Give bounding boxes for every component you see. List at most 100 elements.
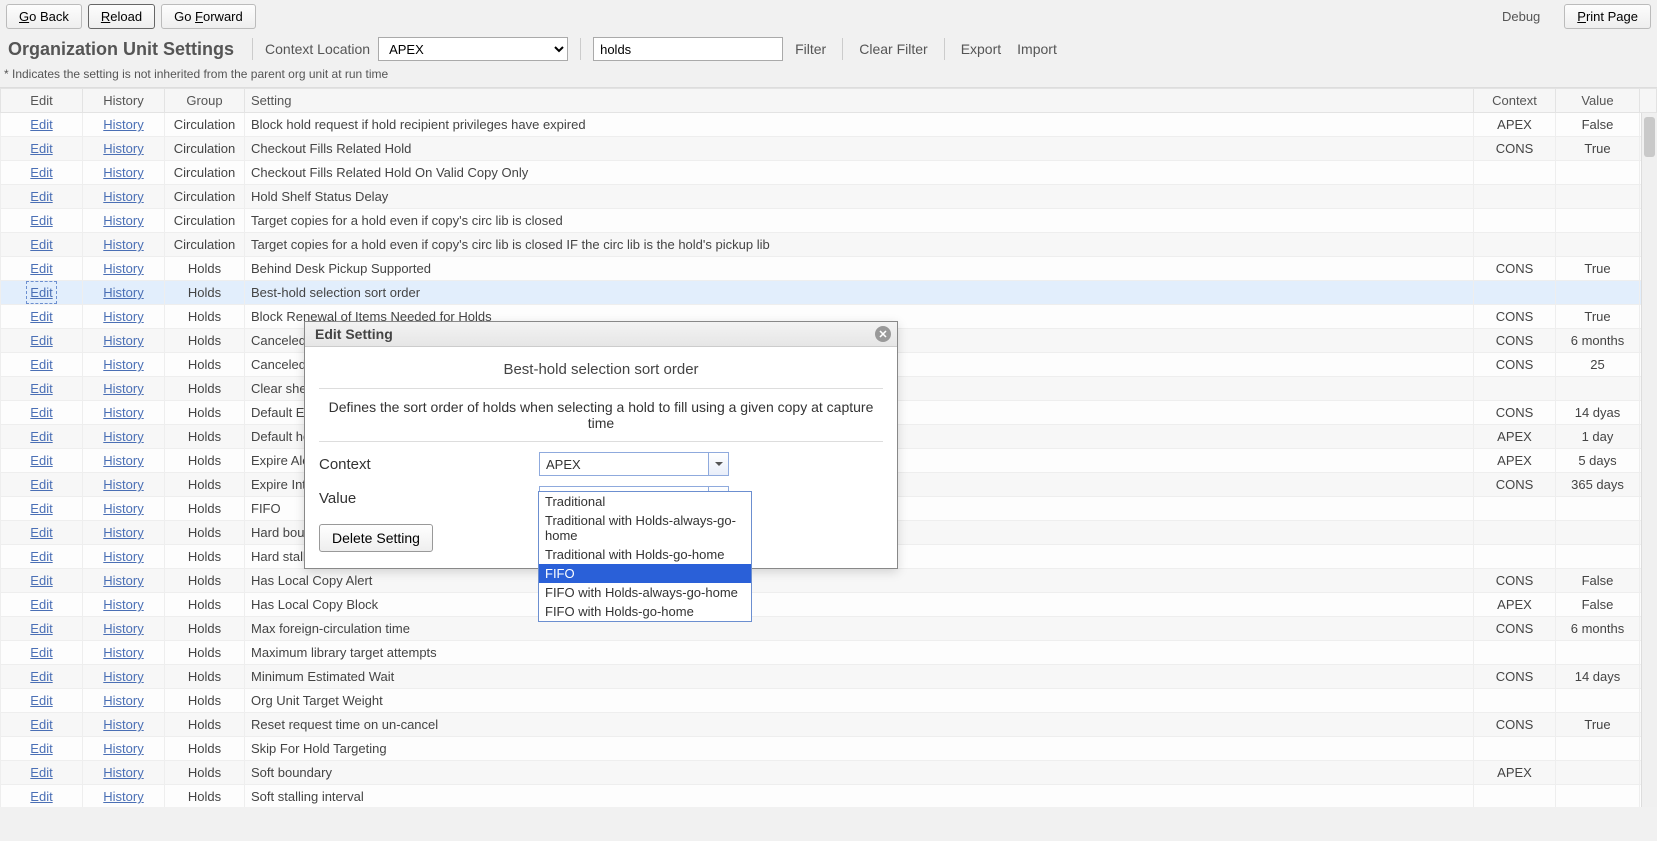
filter-action[interactable]: Filter [791, 41, 830, 57]
edit-link[interactable]: Edit [30, 309, 52, 324]
history-link[interactable]: History [103, 357, 143, 372]
export-action[interactable]: Export [957, 41, 1005, 57]
dialog-context-select[interactable]: APEX [539, 452, 729, 476]
edit-link[interactable]: Edit [30, 237, 52, 252]
col-group-header[interactable]: Group [165, 89, 245, 113]
table-row[interactable]: EditHistoryHoldsBest-hold selection sort… [1, 281, 1657, 305]
dialog-title-bar[interactable]: Edit Setting ✕ [305, 322, 897, 347]
dropdown-option[interactable]: FIFO with Holds-go-home [539, 602, 751, 621]
delete-setting-button[interactable]: Delete Setting [319, 524, 433, 552]
edit-link[interactable]: Edit [30, 261, 52, 276]
history-link[interactable]: History [103, 453, 143, 468]
history-link[interactable]: History [103, 141, 143, 156]
history-link[interactable]: History [103, 309, 143, 324]
history-link[interactable]: History [103, 381, 143, 396]
history-link[interactable]: History [103, 693, 143, 708]
edit-link[interactable]: Edit [30, 165, 52, 180]
search-input[interactable] [593, 37, 783, 61]
edit-link[interactable]: Edit [30, 501, 52, 516]
history-link[interactable]: History [103, 765, 143, 780]
scrollbar-thumb[interactable] [1644, 117, 1655, 157]
go-back-button[interactable]: Go Back [6, 4, 82, 29]
history-link[interactable]: History [103, 789, 143, 804]
edit-link[interactable]: Edit [30, 717, 52, 732]
import-action[interactable]: Import [1013, 41, 1061, 57]
table-row[interactable]: EditHistoryCirculationCheckout Fills Rel… [1, 161, 1657, 185]
history-link[interactable]: History [103, 621, 143, 636]
table-row[interactable]: EditHistoryCirculationBlock hold request… [1, 113, 1657, 137]
edit-link[interactable]: Edit [30, 453, 52, 468]
table-row[interactable]: EditHistoryCirculationTarget copies for … [1, 209, 1657, 233]
history-link[interactable]: History [103, 549, 143, 564]
history-link[interactable]: History [103, 165, 143, 180]
edit-link[interactable]: Edit [30, 597, 52, 612]
history-link[interactable]: History [103, 501, 143, 516]
table-row[interactable]: EditHistoryHoldsMaximum library target a… [1, 641, 1657, 665]
edit-link[interactable]: Edit [30, 357, 52, 372]
print-page-button[interactable]: Print Page [1564, 4, 1651, 29]
table-row[interactable]: EditHistoryHoldsBehind Desk Pickup Suppo… [1, 257, 1657, 281]
edit-link[interactable]: Edit [30, 333, 52, 348]
table-row[interactable]: EditHistoryHoldsSkip For Hold Targeting [1, 737, 1657, 761]
table-row[interactable]: EditHistoryHoldsSoft boundaryAPEX [1, 761, 1657, 785]
edit-link[interactable]: Edit [30, 669, 52, 684]
history-link[interactable]: History [103, 117, 143, 132]
dropdown-option[interactable]: FIFO [539, 564, 751, 583]
close-icon[interactable]: ✕ [875, 326, 891, 342]
history-link[interactable]: History [103, 525, 143, 540]
table-row[interactable]: EditHistoryHoldsSoft stalling interval [1, 785, 1657, 808]
col-history-header[interactable]: History [83, 89, 165, 113]
history-link[interactable]: History [103, 285, 143, 300]
history-link[interactable]: History [103, 717, 143, 732]
table-row[interactable]: EditHistoryHoldsReset request time on un… [1, 713, 1657, 737]
edit-link[interactable]: Edit [30, 285, 52, 300]
history-link[interactable]: History [103, 333, 143, 348]
table-row[interactable]: EditHistoryHoldsHas Local Copy AlertCONS… [1, 569, 1657, 593]
dropdown-option[interactable]: Traditional with Holds-go-home [539, 545, 751, 564]
history-link[interactable]: History [103, 189, 143, 204]
table-row[interactable]: EditHistoryCirculationTarget copies for … [1, 233, 1657, 257]
table-row[interactable]: EditHistoryHoldsHas Local Copy BlockAPEX… [1, 593, 1657, 617]
edit-link[interactable]: Edit [30, 429, 52, 444]
dropdown-option[interactable]: Traditional with Holds-always-go-home [539, 511, 751, 545]
edit-link[interactable]: Edit [30, 645, 52, 660]
history-link[interactable]: History [103, 213, 143, 228]
dropdown-option[interactable]: Traditional [539, 492, 751, 511]
chevron-down-icon[interactable] [708, 453, 728, 475]
history-link[interactable]: History [103, 237, 143, 252]
history-link[interactable]: History [103, 741, 143, 756]
history-link[interactable]: History [103, 669, 143, 684]
history-link[interactable]: History [103, 429, 143, 444]
table-row[interactable]: EditHistoryHoldsMinimum Estimated WaitCO… [1, 665, 1657, 689]
table-row[interactable]: EditHistoryCirculationHold Shelf Status … [1, 185, 1657, 209]
col-value-header[interactable]: Value [1556, 89, 1640, 113]
edit-link[interactable]: Edit [30, 621, 52, 636]
edit-link[interactable]: Edit [30, 117, 52, 132]
scrollbar[interactable] [1641, 113, 1657, 807]
col-context-header[interactable]: Context [1474, 89, 1556, 113]
edit-link[interactable]: Edit [30, 189, 52, 204]
go-forward-button[interactable]: Go Forward [161, 4, 256, 29]
edit-link[interactable]: Edit [30, 789, 52, 804]
reload-button[interactable]: Reload [88, 4, 155, 29]
edit-link[interactable]: Edit [30, 477, 52, 492]
edit-link[interactable]: Edit [30, 549, 52, 564]
edit-link[interactable]: Edit [30, 693, 52, 708]
history-link[interactable]: History [103, 645, 143, 660]
history-link[interactable]: History [103, 597, 143, 612]
edit-link[interactable]: Edit [30, 525, 52, 540]
history-link[interactable]: History [103, 261, 143, 276]
edit-link[interactable]: Edit [30, 213, 52, 228]
col-edit-header[interactable]: Edit [1, 89, 83, 113]
debug-link[interactable]: Debug [1502, 9, 1540, 24]
value-dropdown-list[interactable]: TraditionalTraditional with Holds-always… [538, 491, 752, 622]
table-row[interactable]: EditHistoryHoldsOrg Unit Target Weight [1, 689, 1657, 713]
dropdown-option[interactable]: FIFO with Holds-always-go-home [539, 583, 751, 602]
history-link[interactable]: History [103, 573, 143, 588]
clear-filter-action[interactable]: Clear Filter [855, 41, 931, 57]
history-link[interactable]: History [103, 477, 143, 492]
edit-link[interactable]: Edit [30, 405, 52, 420]
context-location-select[interactable]: APEX [378, 37, 568, 61]
history-link[interactable]: History [103, 405, 143, 420]
edit-link[interactable]: Edit [30, 573, 52, 588]
